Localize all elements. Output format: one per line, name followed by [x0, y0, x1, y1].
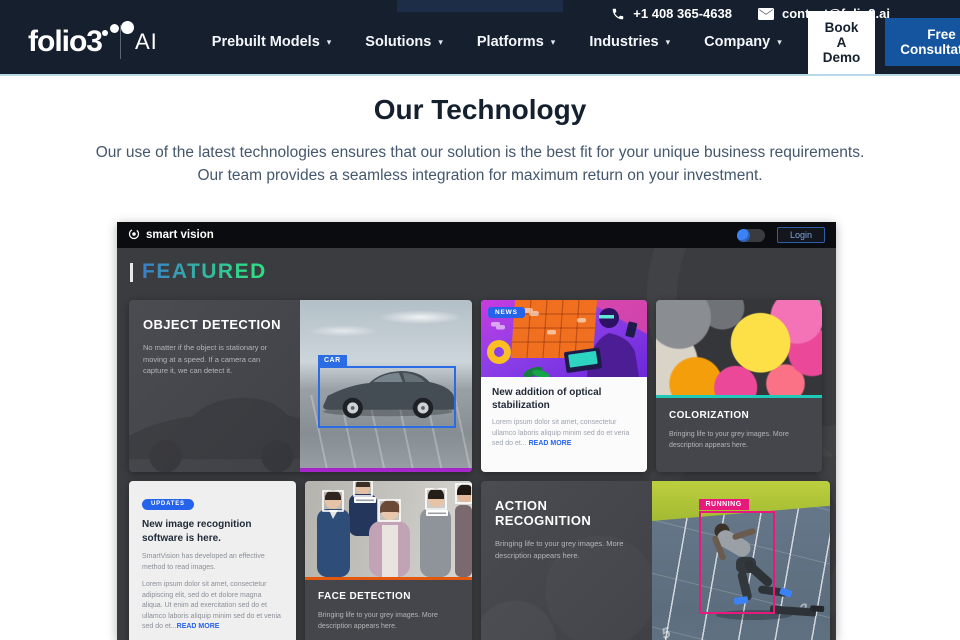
free-consultation-button[interactable]: Free Consultation	[885, 18, 960, 66]
navbar-dropdown-remnant	[397, 0, 563, 12]
chevron-down-icon: ▾	[665, 36, 671, 47]
top-navbar: +1 408 365-4638 contact@folio3.ai folio3…	[0, 0, 960, 76]
app-brand-text: smart vision	[146, 229, 214, 241]
card-updates[interactable]: UPDATES New image recognition software i…	[129, 481, 296, 640]
bbox-label: RUNNING	[698, 499, 749, 510]
card-action-recognition[interactable]: ACTION RECOGNITION Bringing life to your…	[481, 481, 830, 640]
nav-row: folio3 AI Prebuilt Models ▾ Solutions ▾ …	[0, 10, 960, 74]
face-detection-body: FACE DETECTION Bringing life to your gre…	[305, 580, 472, 633]
smart-vision-screenshot: smart vision Login FEATURED OBJECT DETEC…	[117, 222, 836, 640]
card-body-text: Lorem ipsum dolor sit amet, consectetur …	[142, 581, 281, 630]
card-title: OBJECT DETECTION	[143, 317, 281, 332]
read-more-link[interactable]: READ MORE	[529, 440, 572, 447]
nav-item-company[interactable]: Company ▾	[704, 34, 782, 50]
page: +1 408 365-4638 contact@folio3.ai folio3…	[0, 0, 960, 640]
action-recognition-image: 5 3 R	[652, 481, 830, 640]
card-description: Bringing life to your grey images. More …	[495, 539, 624, 560]
people-art	[317, 481, 472, 577]
news-illustration: NEWS	[481, 300, 647, 377]
colorization-body: COLORIZATION Bringing life to your grey …	[656, 398, 822, 452]
news-badge: NEWS	[488, 307, 525, 318]
card-accent-strip	[300, 468, 472, 472]
app-header-right: Login	[736, 227, 825, 243]
chevron-down-icon: ▾	[777, 36, 782, 47]
main-nav: Prebuilt Models ▾ Solutions ▾ Platforms …	[212, 34, 782, 50]
card-body-text: Lorem ipsum dolor sit amet, consectetur …	[492, 419, 630, 447]
bbox-label: CAR	[318, 355, 347, 366]
news-body: New addition of optical stabilization Lo…	[481, 377, 647, 450]
book-demo-button[interactable]: Book A Demo	[807, 10, 876, 74]
card-description: No matter if the object is stationary or…	[143, 343, 268, 376]
card-description: Bringing life to your grey images. More …	[669, 431, 789, 449]
card-description: Bringing life to your grey images. More …	[318, 612, 438, 630]
colorization-image	[656, 300, 822, 395]
nav-cta-group: Book A Demo Free Consultation	[807, 10, 960, 74]
ghost-car-silhouette	[129, 397, 300, 472]
brand-logo[interactable]: folio3 AI	[28, 21, 158, 59]
logo-suffix: AI	[135, 29, 158, 54]
detection-bbox: CAR	[318, 355, 456, 428]
object-detection-text-panel: OBJECT DETECTION No matter if the object…	[129, 300, 300, 472]
card-title: ACTION RECOGNITION	[495, 498, 592, 528]
card-object-detection[interactable]: OBJECT DETECTION No matter if the object…	[129, 300, 472, 472]
read-more-link[interactable]: READ MORE	[177, 623, 220, 630]
chevron-down-icon: ▾	[438, 36, 443, 47]
logo-text: folio3	[28, 25, 103, 58]
nav-item-prebuilt-models[interactable]: Prebuilt Models ▾	[212, 34, 332, 50]
face-detection-image	[305, 481, 472, 577]
login-button[interactable]: Login	[776, 227, 825, 243]
nav-item-industries[interactable]: Industries ▾	[589, 34, 670, 50]
app-brand[interactable]: smart vision	[128, 228, 214, 243]
nav-item-platforms[interactable]: Platforms ▾	[477, 34, 555, 50]
card-title: New image recognition software is here.	[142, 519, 252, 544]
featured-accent-bar	[130, 262, 133, 282]
card-title: New addition of optical stabilization	[492, 387, 602, 411]
updates-badge: UPDATES	[142, 498, 194, 510]
theme-toggle[interactable]	[736, 228, 765, 242]
detection-bbox: RUNNING	[698, 499, 775, 614]
action-recognition-text-panel: ACTION RECOGNITION Bringing life to your…	[481, 481, 652, 640]
card-news[interactable]: NEWS New addition of optical stabilizati…	[481, 300, 647, 472]
eye-icon	[128, 228, 140, 243]
page-title: Our Technology	[373, 94, 587, 125]
toggle-knob-icon	[736, 228, 750, 242]
featured-heading-text: FEATURED	[142, 260, 267, 283]
featured-heading: FEATURED	[130, 260, 267, 284]
card-title: FACE DETECTION	[318, 591, 411, 602]
card-title: COLORIZATION	[669, 410, 750, 421]
object-detection-image: CAR	[300, 300, 472, 472]
card-colorization[interactable]: COLORIZATION Bringing life to your grey …	[656, 300, 822, 472]
logo-dots	[102, 21, 136, 37]
card-face-detection[interactable]: FACE DETECTION Bringing life to your gre…	[305, 481, 472, 640]
chevron-down-icon: ▾	[550, 36, 556, 47]
card-intro-text: SmartVision has developed an effective m…	[142, 553, 265, 571]
nav-item-solutions[interactable]: Solutions ▾	[365, 34, 443, 50]
app-header: smart vision Login	[117, 222, 836, 248]
chevron-down-icon: ▾	[326, 36, 332, 47]
section-description: Our use of the latest technologies ensur…	[95, 144, 865, 184]
